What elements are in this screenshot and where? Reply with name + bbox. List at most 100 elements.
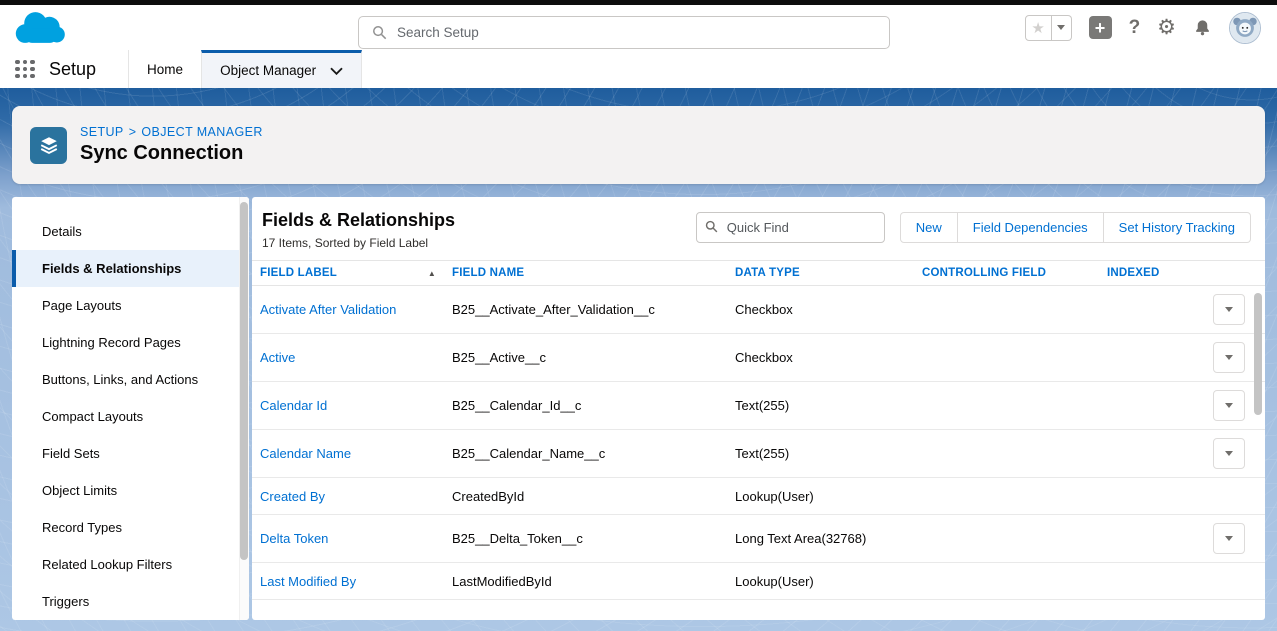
field-name-cell: B25__Delta_Token__c: [452, 531, 735, 546]
column-header-field-name[interactable]: FIELD NAME: [452, 267, 735, 279]
field-label-link[interactable]: Calendar Id: [260, 398, 327, 413]
help-icon[interactable]: ?: [1129, 17, 1141, 39]
fields-toolbar: Fields & Relationships 17 Items, Sorted …: [252, 197, 1265, 260]
search-setup-input[interactable]: [358, 16, 890, 49]
table-body: Activate After Validation B25__Activate_A…: [252, 286, 1265, 620]
field-label-link[interactable]: Activate After Validation: [260, 302, 396, 317]
favorites-star-icon[interactable]: ★: [1025, 15, 1052, 41]
table-row: Last Modified By LastModifiedByIdLookup(U…: [252, 563, 1265, 600]
row-actions-menu-button[interactable]: [1213, 523, 1245, 554]
sidebar-item-record-types[interactable]: Record Types: [12, 509, 249, 546]
sidebar-item-buttons-links-and-actions[interactable]: Buttons, Links, and Actions: [12, 361, 249, 398]
quick-find-input[interactable]: [696, 212, 885, 243]
field-label-cell: Last Modified By: [260, 574, 452, 589]
chevron-down-icon: [1225, 451, 1233, 456]
table-row: Activate After Validation B25__Activate_A…: [252, 286, 1265, 334]
search-icon: [705, 220, 718, 233]
field-label-cell: Calendar Name: [260, 446, 452, 461]
sidebar-item-lightning-record-pages[interactable]: Lightning Record Pages: [12, 324, 249, 361]
field-label-link[interactable]: Delta Token: [260, 531, 328, 546]
favorites-dropdown-button[interactable]: [1052, 15, 1072, 41]
sidebar-item-related-lookup-filters[interactable]: Related Lookup Filters: [12, 546, 249, 583]
chevron-down-icon: [1225, 536, 1233, 541]
field-name-cell: B25__Calendar_Name__c: [452, 446, 735, 461]
column-header-data-type[interactable]: DATA TYPE: [735, 267, 922, 279]
field-label-link[interactable]: Last Modified By: [260, 574, 356, 589]
data-type-cell: Text(255): [735, 398, 922, 413]
set-history-tracking-button[interactable]: Set History Tracking: [1104, 212, 1251, 243]
bell-icon[interactable]: [1193, 18, 1212, 37]
column-header-label: FIELD LABEL: [260, 267, 337, 279]
table-scrollbar-thumb[interactable]: [1254, 293, 1262, 415]
global-header: ★ + ? ⚙: [0, 5, 1277, 50]
object-icon: [30, 127, 67, 164]
search-icon: [372, 25, 387, 40]
field-name-cell: CreatedById: [452, 489, 735, 504]
setup-nav-bar: Setup Home Object Manager: [0, 50, 1277, 88]
tab-home-label: Home: [147, 62, 183, 77]
object-sidebar: DetailsFields & RelationshipsPage Layout…: [12, 197, 249, 620]
sidebar-item-object-limits[interactable]: Object Limits: [12, 472, 249, 509]
layers-icon: [38, 134, 60, 156]
sidebar-item-page-layouts[interactable]: Page Layouts: [12, 287, 249, 324]
chevron-down-icon: [1225, 355, 1233, 360]
field-label-cell: Calendar Id: [260, 398, 452, 413]
table-row: Created ByCreatedByIdLookup(User): [252, 478, 1265, 515]
field-dependencies-button[interactable]: Field Dependencies: [958, 212, 1104, 243]
favorites-control: ★: [1025, 15, 1072, 41]
column-header-indexed[interactable]: INDEXED: [1107, 267, 1213, 279]
tab-home[interactable]: Home: [128, 50, 201, 88]
row-actions-menu-button[interactable]: [1213, 438, 1245, 469]
row-actions-menu-button[interactable]: [1213, 294, 1245, 325]
nav-tabs: Home Object Manager: [128, 50, 362, 88]
chevron-down-icon: [1225, 307, 1233, 312]
panel-title: Fields & Relationships: [262, 210, 455, 231]
row-actions-cell: [1213, 523, 1245, 554]
quick-add-icon[interactable]: +: [1089, 16, 1112, 39]
sidebar-nav: DetailsFields & RelationshipsPage Layout…: [12, 197, 249, 620]
sidebar-item-details[interactable]: Details: [12, 213, 249, 250]
column-header-label: INDEXED: [1107, 267, 1160, 279]
app-launcher-icon[interactable]: [15, 60, 35, 79]
data-type-cell: Checkbox: [735, 350, 922, 365]
astro-avatar-icon: [1230, 13, 1260, 43]
column-header-controlling-field[interactable]: CONTROLLING FIELD: [922, 267, 1107, 279]
breadcrumb-object-manager-link[interactable]: OBJECT MANAGER: [141, 125, 262, 139]
column-header-label: DATA TYPE: [735, 267, 800, 279]
chevron-down-icon: [330, 67, 343, 75]
data-type-cell: Text(255): [735, 446, 922, 461]
sidebar-item-compact-layouts[interactable]: Compact Layouts: [12, 398, 249, 435]
column-header-label: FIELD NAME: [452, 267, 524, 279]
user-avatar[interactable]: [1229, 12, 1261, 44]
row-actions-cell: [1213, 438, 1245, 469]
setup-canvas: SETUP>OBJECT MANAGER Sync Connection Det…: [0, 88, 1277, 631]
quick-find: [696, 212, 885, 243]
sidebar-item-field-sets[interactable]: Field Sets: [12, 435, 249, 472]
breadcrumb: SETUP>OBJECT MANAGER: [80, 125, 263, 139]
field-label-link[interactable]: Active: [260, 350, 295, 365]
column-header-label: CONTROLLING FIELD: [922, 267, 1046, 279]
field-name-cell: LastModifiedById: [452, 574, 735, 589]
new-button[interactable]: New: [900, 212, 958, 243]
table-header-row: FIELD LABEL ▲ FIELD NAME DATA TYPE CONTROLLI…: [252, 260, 1265, 286]
field-label-cell: Activate After Validation: [260, 302, 452, 317]
breadcrumb-setup-link[interactable]: SETUP: [80, 125, 124, 139]
row-actions-menu-button[interactable]: [1213, 390, 1245, 421]
sidebar-item-triggers[interactable]: Triggers: [12, 583, 249, 620]
field-label-link[interactable]: Created By: [260, 489, 325, 504]
field-name-cell: B25__Activate_After_Validation__c: [452, 302, 735, 317]
content-area: DetailsFields & RelationshipsPage Layout…: [12, 197, 1265, 620]
chevron-down-icon: [1057, 25, 1065, 30]
gear-icon[interactable]: ⚙: [1157, 17, 1176, 38]
row-actions-cell: [1213, 294, 1245, 325]
data-type-cell: Lookup(User): [735, 574, 922, 589]
sidebar-scrollbar-thumb[interactable]: [240, 202, 248, 560]
table-row: Calendar IdB25__Calendar_Id__cText(255): [252, 382, 1265, 430]
salesforce-logo-icon: [13, 8, 69, 48]
column-header-field-label[interactable]: FIELD LABEL ▲: [260, 267, 452, 279]
sidebar-item-fields-relationships[interactable]: Fields & Relationships: [12, 250, 249, 287]
tab-object-manager[interactable]: Object Manager: [201, 50, 362, 88]
field-label-link[interactable]: Calendar Name: [260, 446, 351, 461]
sort-ascending-icon: ▲: [428, 269, 436, 278]
row-actions-menu-button[interactable]: [1213, 342, 1245, 373]
